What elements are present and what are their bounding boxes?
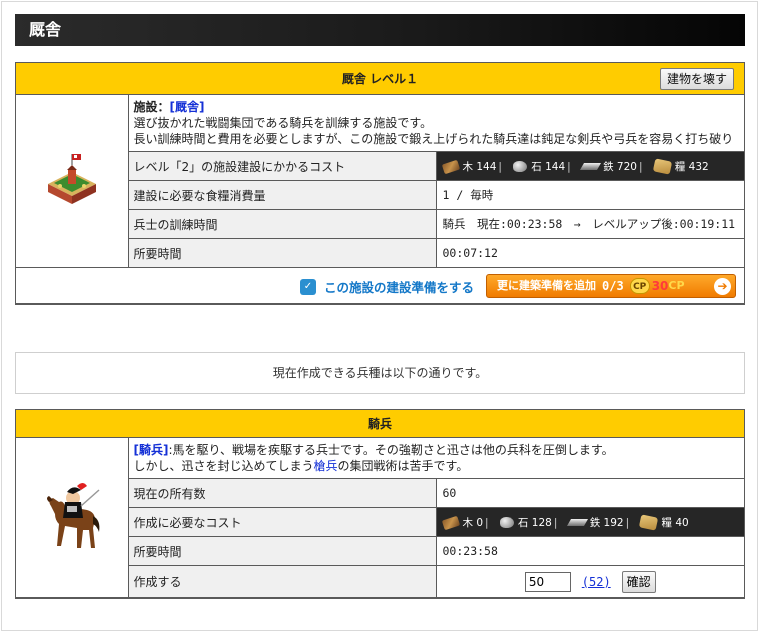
unit-name-link[interactable]: [騎兵] bbox=[134, 443, 169, 457]
food-consumption-value: 1 / 毎時 bbox=[435, 180, 744, 210]
rice-icon bbox=[639, 514, 659, 531]
quantity-input[interactable] bbox=[524, 571, 571, 592]
cp-amount: 30 bbox=[651, 279, 669, 293]
unit-description: [騎兵]:馬を駆り、戦場を疾駆する兵士です。その強靭さと迅さは他の兵科を圧倒しま… bbox=[127, 438, 744, 479]
confirm-button[interactable]: 確認 bbox=[621, 570, 656, 593]
upgrade-cost-label: レベル「2」の施設建設にかかるコスト bbox=[128, 151, 437, 181]
unit-time-label: 所要時間 bbox=[128, 536, 437, 566]
build-prep-link-text: この施設の建設準備をする bbox=[323, 280, 474, 295]
create-controls: (52) 確認 bbox=[435, 565, 744, 598]
page-title: 厩舎 bbox=[15, 14, 745, 46]
wood-icon bbox=[441, 515, 460, 530]
iron-icon bbox=[566, 519, 588, 526]
build-time-value: 00:07:12 bbox=[435, 238, 744, 268]
unit-cost-value: 木 0 | 石 128 | 鉄 192 | 糧 40 bbox=[435, 507, 744, 537]
stone-icon bbox=[499, 517, 514, 528]
facility-description-line-2: 長い訓練時間と費用を必要としますが、この施設で鍛え上げられた騎兵達は鈍足な剣兵や… bbox=[133, 132, 734, 146]
wood-icon bbox=[441, 159, 460, 174]
unit-description-line-2b: の集団戦術は苦手です。 bbox=[337, 459, 469, 473]
unit-description-line-2a: しかし、迅さを封じ込めてしまう bbox=[133, 459, 314, 473]
available-units-notice: 現在作成できる兵種は以下の通りです。 bbox=[15, 352, 745, 394]
cp-unit: CP bbox=[668, 279, 685, 292]
facility-prefix: 施設： bbox=[133, 100, 170, 114]
max-quantity-link[interactable]: (52) bbox=[582, 575, 611, 589]
create-label: 作成する bbox=[128, 565, 437, 598]
unit-description-line-1: :馬を駆り、戦場を疾駆する兵士です。その強靭さと迅さは他の兵科を圧倒します。 bbox=[168, 443, 614, 457]
stable-image-cell bbox=[16, 95, 129, 268]
building-panel: 厩舎 レベル１ 建物を壊す 施設：[厩舎] 選び抜かれた戦闘集団である騎兵を訓練… bbox=[15, 62, 745, 305]
rice-cost: 糧 432 bbox=[674, 160, 709, 173]
destroy-building-button[interactable]: 建物を壊す bbox=[659, 68, 734, 90]
facility-description-line-1: 選び抜かれた戦闘集団である騎兵を訓練する施設です。 bbox=[133, 116, 433, 130]
wood-cost: 木 0 bbox=[462, 516, 484, 529]
wood-cost: 木 144 bbox=[462, 160, 497, 173]
food-consumption-label: 建設に必要な食糧消費量 bbox=[128, 180, 437, 210]
stone-icon bbox=[513, 161, 528, 172]
add-build-prep-label: 更に建築準備を追加 bbox=[497, 279, 596, 292]
rice-cost: 糧 40 bbox=[661, 516, 689, 529]
building-level-title: 厩舎 レベル１ bbox=[341, 72, 419, 86]
facility-name-link[interactable]: [厩舎] bbox=[170, 100, 205, 114]
building-panel-header: 厩舎 レベル１ 建物を壊す bbox=[16, 63, 744, 95]
stable-building-icon bbox=[47, 153, 96, 204]
stone-cost: 石 128 bbox=[517, 516, 552, 529]
build-prep-link[interactable]: ✓ この施設の建設準備をする bbox=[299, 277, 474, 296]
build-prep-row: ✓ この施設の建設準備をする 更に建築準備を追加 0/3 CP 30 CP ➔ bbox=[16, 267, 744, 304]
build-prep-ratio: 0/3 bbox=[602, 279, 624, 293]
building-info-table: 施設：[厩舎] 選び抜かれた戦闘集団である騎兵を訓練する施設です。 長い訓練時間… bbox=[16, 95, 744, 304]
unit-panel-header: 騎兵 bbox=[16, 410, 744, 438]
stone-cost: 石 144 bbox=[531, 160, 566, 173]
owned-count-value: 60 bbox=[435, 478, 744, 508]
add-build-prep-button[interactable]: 更に建築準備を追加 0/3 CP 30 CP ➔ bbox=[486, 274, 736, 298]
training-time-label: 兵士の訓練時間 bbox=[128, 209, 437, 239]
unit-time-value: 00:23:58 bbox=[435, 536, 744, 566]
cavalry-unit-icon bbox=[46, 483, 100, 548]
cp-coin-icon: CP bbox=[629, 278, 650, 294]
unit-cost-label: 作成に必要なコスト bbox=[128, 507, 437, 537]
unit-panel: 騎兵 [騎兵]:馬を駆り、戦場を疾駆する兵士です。その強靭さと迅さは他の兵科を圧… bbox=[15, 409, 745, 599]
upgrade-cost-value: 木 144 | 石 144 | 鉄 720 | 糧 432 bbox=[435, 151, 744, 181]
iron-cost: 鉄 720 bbox=[603, 160, 637, 173]
cavalry-image-cell bbox=[16, 438, 129, 598]
iron-cost: 鉄 192 bbox=[589, 516, 624, 529]
arrow-right-icon: ➔ bbox=[714, 278, 731, 295]
unit-info-table: [騎兵]:馬を駆り、戦場を疾駆する兵士です。その強靭さと迅さは他の兵科を圧倒しま… bbox=[16, 438, 744, 598]
iron-icon bbox=[580, 163, 602, 170]
rice-icon bbox=[652, 158, 673, 175]
facility-description: 施設：[厩舎] 選び抜かれた戦闘集団である騎兵を訓練する施設です。 長い訓練時間… bbox=[127, 95, 744, 152]
build-time-label: 所要時間 bbox=[128, 238, 437, 268]
build-prep-icon: ✓ bbox=[299, 278, 316, 295]
owned-count-label: 現在の所有数 bbox=[128, 478, 437, 508]
spearman-link[interactable]: 槍兵 bbox=[314, 459, 338, 473]
training-time-value: 騎兵 現在:00:23:58 → レベルアップ後:00:19:11 bbox=[435, 209, 744, 239]
